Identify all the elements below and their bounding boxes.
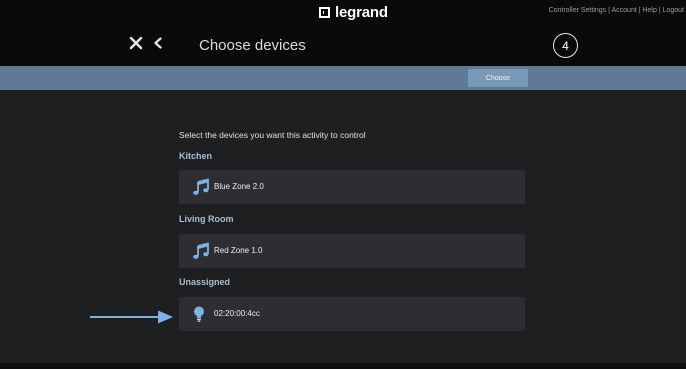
device-card-red-zone[interactable]: Red Zone 1.0 xyxy=(179,234,525,268)
action-bar xyxy=(0,66,686,90)
instruction-text: Select the devices you want this activit… xyxy=(179,130,366,140)
annotation-arrow-icon xyxy=(90,310,173,324)
device-card-blue-zone[interactable]: Blue Zone 2.0 xyxy=(179,170,525,204)
legrand-logo-icon xyxy=(319,6,330,18)
lightbulb-icon xyxy=(194,306,204,322)
brand-name: legrand xyxy=(335,3,388,21)
device-card-unassigned-light[interactable]: 02:20:00:4cc xyxy=(179,297,525,331)
device-name: Red Zone 1.0 xyxy=(214,246,263,255)
step-indicator: 4 xyxy=(553,33,578,58)
choose-button[interactable]: Choose xyxy=(468,69,528,87)
account-links[interactable]: Controller Settings | Account | Help | L… xyxy=(549,7,684,14)
device-name: Blue Zone 2.0 xyxy=(214,182,264,191)
music-note-icon xyxy=(193,242,209,259)
group-label-living-room: Living Room xyxy=(179,214,234,224)
step-number: 4 xyxy=(562,38,569,53)
page-title: Choose devices xyxy=(199,37,306,54)
brand-logo: legrand xyxy=(319,3,388,21)
device-name: 02:20:00:4cc xyxy=(214,309,260,318)
chevron-left-icon[interactable] xyxy=(153,37,163,49)
close-icon[interactable] xyxy=(129,36,143,50)
group-label-kitchen: Kitchen xyxy=(179,151,213,161)
bottom-bar xyxy=(0,363,686,369)
group-label-unassigned: Unassigned xyxy=(179,277,231,287)
music-note-icon xyxy=(193,178,209,195)
